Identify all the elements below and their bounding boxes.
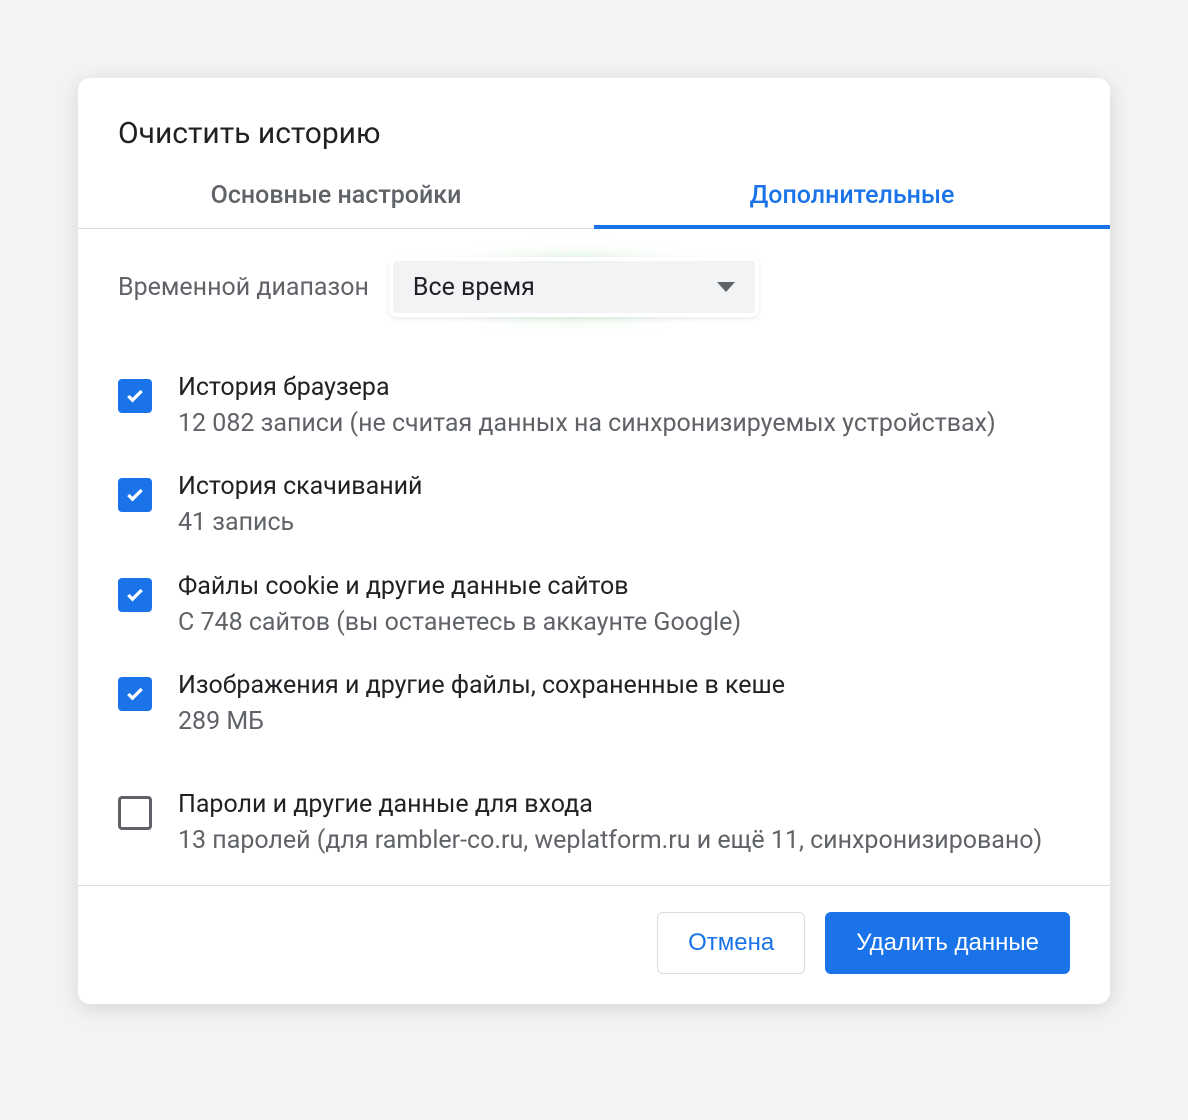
- item-title: Файлы cookie и другие данные сайтов: [178, 572, 741, 601]
- checkmark-icon: [125, 585, 145, 605]
- item-title: История скачиваний: [178, 472, 422, 501]
- check-text: Файлы cookie и другие данные сайтов С 74…: [178, 572, 741, 641]
- tabs: Основные настройки Дополнительные: [78, 181, 1110, 229]
- checkmark-icon: [125, 386, 145, 406]
- chevron-down-icon: [717, 282, 735, 292]
- item-subtitle: 41 запись: [178, 505, 422, 541]
- check-row-passwords[interactable]: Пароли и другие данные для входа 13 паро…: [78, 780, 1110, 885]
- item-title: Изображения и другие файлы, сохраненные …: [178, 671, 785, 700]
- checklist-highlight: История браузера 12 082 записи (не счита…: [98, 345, 1090, 768]
- check-row-cookies[interactable]: Файлы cookie и другие данные сайтов С 74…: [118, 562, 1070, 661]
- item-title: История браузера: [178, 373, 996, 402]
- item-subtitle: 12 082 записи (не считая данных на синхр…: [178, 406, 996, 442]
- checklist: История браузера 12 082 записи (не счита…: [98, 345, 1090, 768]
- cancel-button[interactable]: Отмена: [657, 912, 805, 974]
- check-row-browsing-history[interactable]: История браузера 12 082 записи (не счита…: [118, 363, 1070, 462]
- check-row-cached-images[interactable]: Изображения и другие файлы, сохраненные …: [118, 661, 1070, 760]
- check-text: История скачиваний 41 запись: [178, 472, 422, 541]
- clear-browsing-data-dialog: Очистить историю Основные настройки Допо…: [78, 78, 1110, 1004]
- item-subtitle: 289 МБ: [178, 704, 785, 740]
- check-text: История браузера 12 082 записи (не счита…: [178, 373, 996, 442]
- checkbox-cached-images[interactable]: [118, 677, 152, 711]
- check-text: Изображения и другие файлы, сохраненные …: [178, 671, 785, 740]
- item-subtitle: 13 паролей (для rambler-co.ru, weplatfor…: [178, 823, 1042, 859]
- checkbox-cookies[interactable]: [118, 578, 152, 612]
- tab-advanced[interactable]: Дополнительные: [594, 181, 1110, 228]
- check-text: Пароли и другие данные для входа 13 паро…: [178, 790, 1042, 859]
- checkmark-icon: [125, 485, 145, 505]
- item-title: Пароли и другие данные для входа: [178, 790, 1042, 819]
- checkbox-downloads[interactable]: [118, 478, 152, 512]
- item-subtitle: С 748 сайтов (вы останетесь в аккаунте G…: [178, 605, 741, 641]
- time-range-highlight: Все время: [389, 257, 759, 317]
- checkbox-browsing-history[interactable]: [118, 379, 152, 413]
- time-range-select[interactable]: Все время: [389, 257, 759, 317]
- check-row-downloads[interactable]: История скачиваний 41 запись: [118, 462, 1070, 561]
- time-range-label: Временной диапазон: [118, 273, 369, 302]
- checkmark-icon: [125, 684, 145, 704]
- time-range-value: Все время: [413, 273, 535, 302]
- dialog-footer: Отмена Удалить данные: [78, 885, 1110, 1004]
- delete-data-button[interactable]: Удалить данные: [825, 912, 1070, 974]
- tab-basic[interactable]: Основные настройки: [78, 181, 594, 228]
- dialog-title: Очистить историю: [78, 78, 1110, 181]
- checkbox-passwords[interactable]: [118, 796, 152, 830]
